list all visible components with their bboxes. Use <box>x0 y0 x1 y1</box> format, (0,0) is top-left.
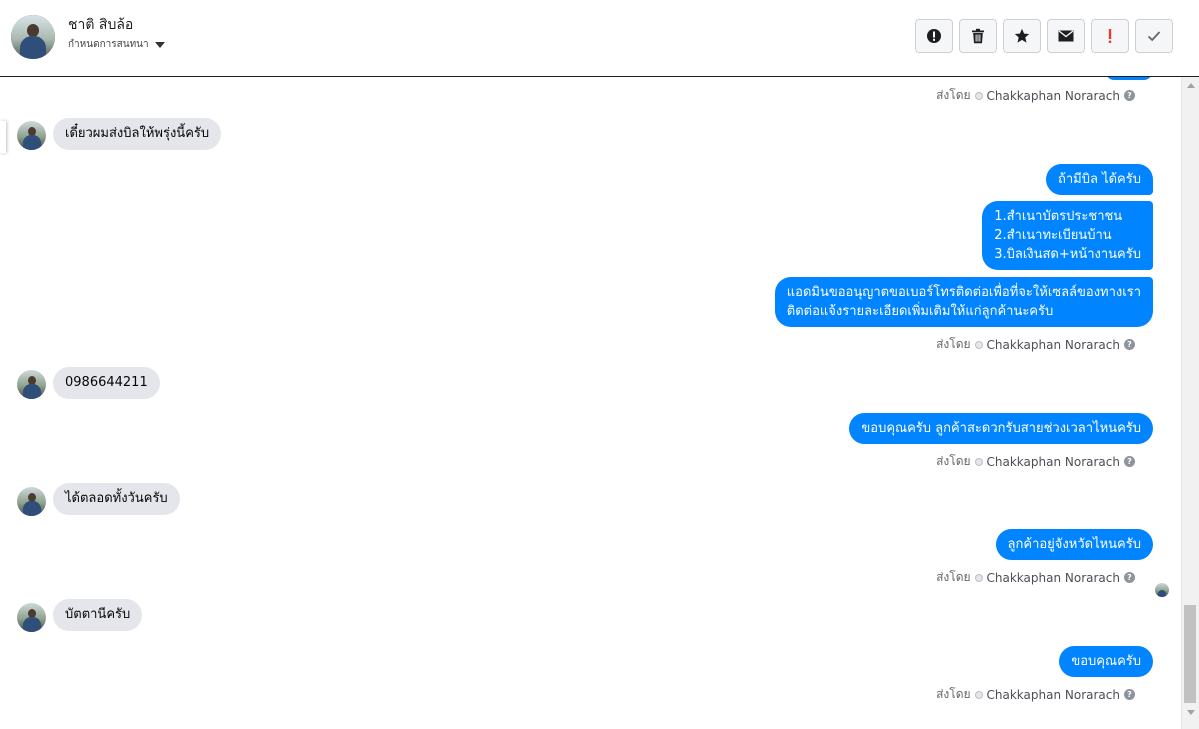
message-line: 3.บิลเงินสด+หน้างานครับ <box>994 247 1141 262</box>
message-bubble-in[interactable]: บัตตานีครับ <box>53 599 143 631</box>
mail-icon <box>1058 30 1074 42</box>
scrollbar-thumb[interactable] <box>1184 605 1196 703</box>
star-icon <box>1014 28 1030 43</box>
contact-name[interactable]: ชาติ สิบล้อ <box>68 14 133 36</box>
message-bubble-out-partial[interactable] <box>1106 77 1152 80</box>
sent-by-prefix: ส่งโดย <box>936 687 971 701</box>
seen-indicator-avatar <box>1155 583 1169 597</box>
message-bubble-out[interactable]: ถ้ามีบิล ได้ครับ <box>1045 164 1153 195</box>
side-panel-tab[interactable] <box>0 121 6 153</box>
conversation-header: ชาติ สิบล้อ กำหนดการสนทนา <box>0 0 1199 77</box>
sender-avatar[interactable] <box>17 487 46 516</box>
sent-by-line: ส่งโดย Chakkaphan Norarach ? <box>936 86 1135 105</box>
trash-icon <box>972 28 984 44</box>
help-icon[interactable]: ? <box>1124 572 1135 583</box>
message-bubble-out[interactable]: ลูกค้าอยู่จังหวัดไหนครับ <box>995 529 1153 560</box>
alert-circle-icon <box>927 29 941 43</box>
sent-by-prefix: ส่งโดย <box>936 88 971 102</box>
conversation-schedule-label: กำหนดการสนทนา <box>68 39 149 50</box>
sender-avatar[interactable] <box>17 121 46 150</box>
contact-avatar[interactable] <box>11 15 55 59</box>
exclamation-icon <box>1108 29 1112 43</box>
page-dot-icon <box>974 340 983 349</box>
sent-by-line: ส่งโดย Chakkaphan Norarach ? <box>936 568 1135 587</box>
check-icon <box>1147 31 1161 42</box>
message-list[interactable]: ส่งโดย Chakkaphan Norarach ? เดี๋ยวผมส่ง… <box>0 77 1180 729</box>
star-button[interactable] <box>1003 19 1041 53</box>
help-icon[interactable]: ? <box>1124 689 1135 700</box>
sent-by-agent[interactable]: Chakkaphan Norarach <box>987 89 1120 103</box>
message-line: ติดต่อแจ้งรายละเอียดเพิ่มเติมให้แก่ลูกค้… <box>786 304 1054 319</box>
page-dot-icon <box>974 91 983 100</box>
sent-by-agent[interactable]: Chakkaphan Norarach <box>987 571 1120 585</box>
sent-by-prefix: ส่งโดย <box>936 454 971 468</box>
scroll-up-arrow-icon[interactable] <box>1187 83 1195 88</box>
scroll-down-arrow-icon[interactable] <box>1187 710 1195 715</box>
sent-by-prefix: ส่งโดย <box>936 570 971 584</box>
message-bubble-out[interactable]: ขอบคุณครับ ลูกค้าสะดวกรับสายช่วงเวลาไหนค… <box>849 413 1153 444</box>
message-bubble-in[interactable]: 0986644211 <box>53 367 160 399</box>
help-icon[interactable]: ? <box>1124 90 1135 101</box>
sent-by-agent[interactable]: Chakkaphan Norarach <box>987 455 1120 469</box>
message-bubble-in[interactable]: ได้ตลอดทั้งวันครับ <box>53 483 180 515</box>
message-bubble-out-list[interactable]: 1.สำเนาบัตรประชาชน 2.สำเนาทะเบียนบ้าน 3.… <box>982 201 1153 270</box>
sent-by-line: ส่งโดย Chakkaphan Norarach ? <box>936 335 1135 354</box>
sent-by-agent[interactable]: Chakkaphan Norarach <box>987 688 1120 702</box>
page-dot-icon <box>974 457 983 466</box>
message-bubble-out[interactable]: ขอบคุณครับ <box>1059 646 1153 677</box>
message-line: แอดมินขออนุญาตขอเบอร์โทรติดต่อเพื่อที่จะ… <box>786 285 1141 300</box>
message-bubble-out-long[interactable]: แอดมินขออนุญาตขอเบอร์โทรติดต่อเพื่อที่จะ… <box>774 277 1153 327</box>
mark-unread-button[interactable] <box>1047 19 1085 53</box>
sender-avatar[interactable] <box>17 603 46 632</box>
sent-by-line: ส่งโดย Chakkaphan Norarach ? <box>936 685 1135 704</box>
sent-by-line: ส่งโดย Chakkaphan Norarach ? <box>936 452 1135 471</box>
mark-spam-button[interactable] <box>915 19 953 53</box>
sent-by-agent[interactable]: Chakkaphan Norarach <box>987 338 1120 352</box>
page-dot-icon <box>974 573 983 582</box>
sender-avatar[interactable] <box>17 370 46 399</box>
message-line: 2.สำเนาทะเบียนบ้าน <box>994 228 1112 243</box>
page-dot-icon <box>974 690 983 699</box>
follow-up-button[interactable] <box>1091 19 1129 53</box>
sent-by-prefix: ส่งโดย <box>936 337 971 351</box>
delete-button[interactable] <box>959 19 997 53</box>
message-scrollbar[interactable] <box>1181 77 1199 729</box>
caret-down-icon <box>154 42 165 48</box>
help-icon[interactable]: ? <box>1124 456 1135 467</box>
mark-done-button[interactable] <box>1135 19 1173 53</box>
conversation-schedule-dropdown[interactable]: กำหนดการสนทนา <box>68 37 165 52</box>
help-icon[interactable]: ? <box>1124 339 1135 350</box>
message-bubble-in[interactable]: เดี๋ยวผมส่งบิลให้พรุ่งนี้ครับ <box>53 118 222 150</box>
conversation-toolbar <box>915 19 1173 53</box>
message-line: 1.สำเนาบัตรประชาชน <box>994 209 1123 224</box>
